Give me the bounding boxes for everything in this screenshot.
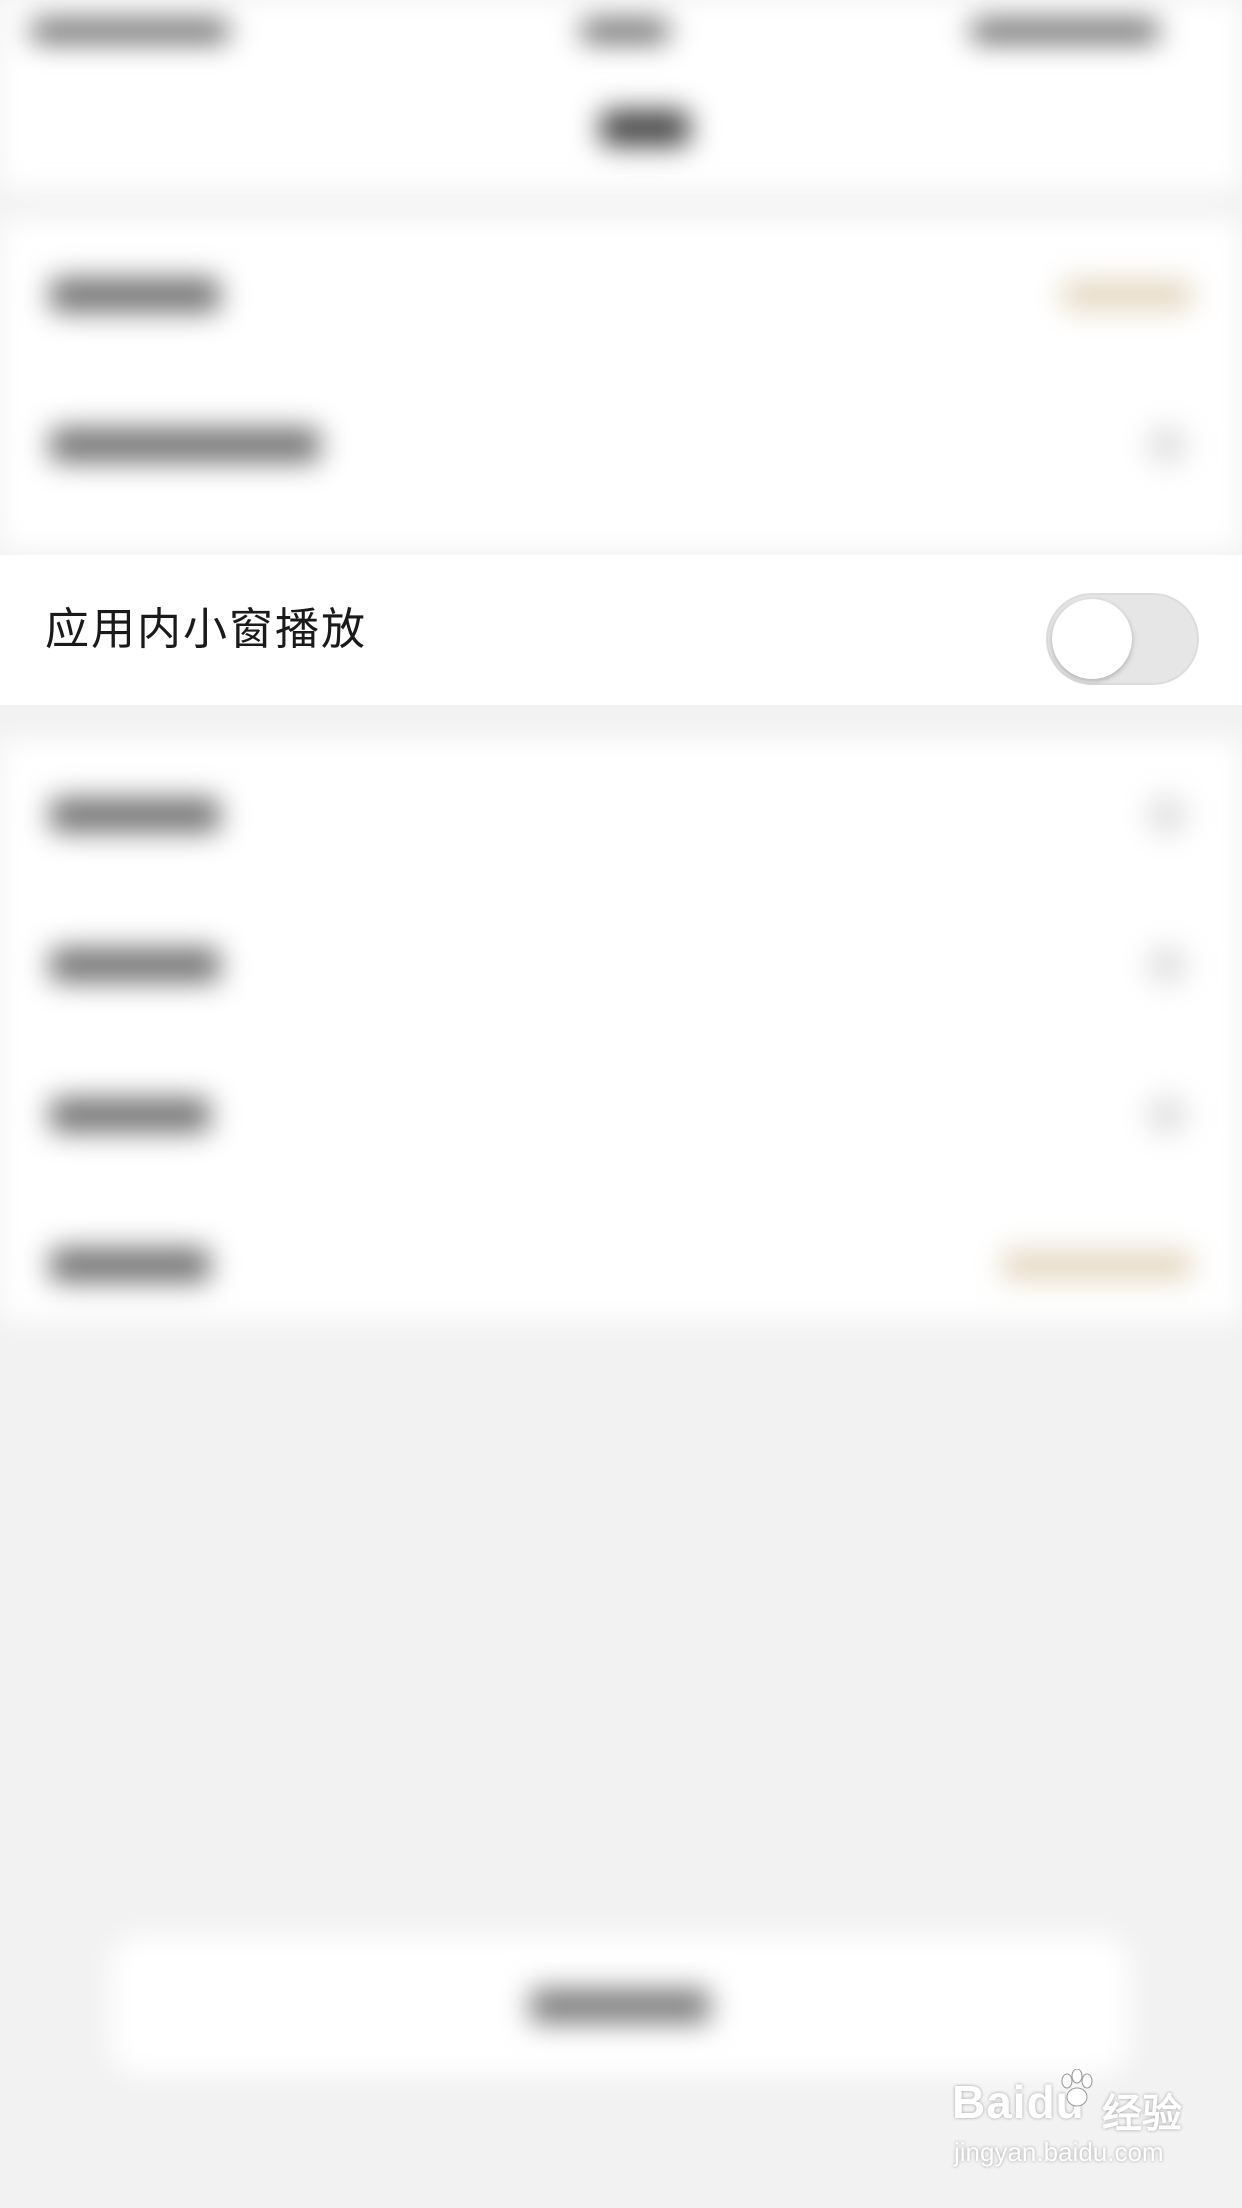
- list-item: [0, 1190, 1242, 1340]
- blurred-background: [0, 0, 1242, 2208]
- settings-group-top: [0, 220, 1242, 550]
- toggle-knob: [1052, 599, 1132, 679]
- list-item: [0, 370, 1242, 520]
- pip-toggle-switch[interactable]: [1046, 593, 1199, 685]
- page-title: [600, 110, 690, 146]
- watermark-url: jingyan.baidu.com: [954, 2137, 1164, 2167]
- clock-indicator: [580, 20, 670, 42]
- list-item: [0, 220, 1242, 370]
- battery-indicator: [970, 20, 1160, 42]
- watermark-product: 经验: [1102, 2091, 1182, 2137]
- list-item: [0, 1040, 1242, 1190]
- settings-group-bottom: [0, 740, 1242, 1320]
- setting-label: 应用内小窗播放: [45, 604, 367, 655]
- baidu-jingyan-watermark: Baidu 经验 jingyan.baidu.com: [952, 2069, 1202, 2185]
- list-item: [0, 890, 1242, 1040]
- status-bar: [0, 0, 1242, 60]
- list-item: [0, 740, 1242, 890]
- paw-icon: [1061, 2069, 1093, 2107]
- bottom-action-sheet: [110, 1935, 1130, 2075]
- navigation-bar: [0, 60, 1242, 191]
- carrier-indicator: [30, 20, 230, 42]
- setting-row-in-app-pip: 应用内小窗播放: [0, 555, 1242, 705]
